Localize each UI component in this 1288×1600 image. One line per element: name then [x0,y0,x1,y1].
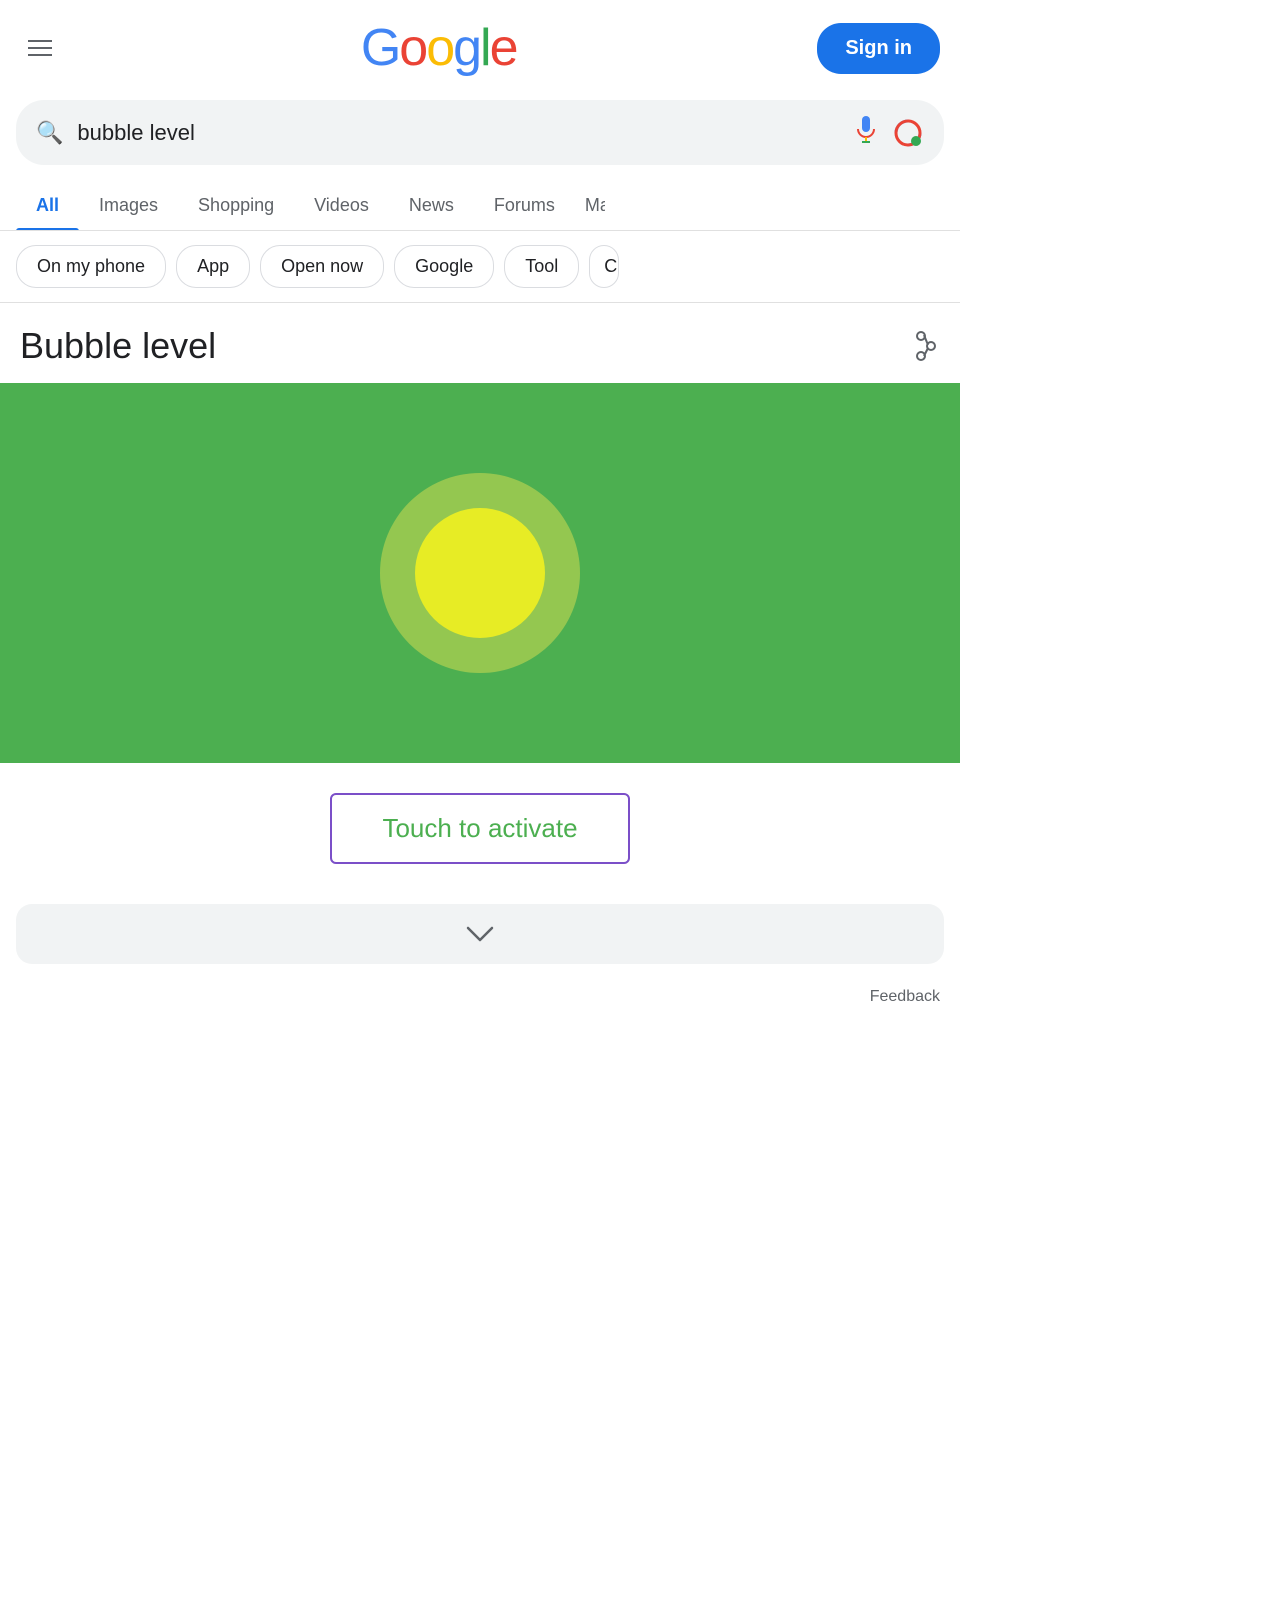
tab-news[interactable]: News [389,181,474,230]
chip-on-my-phone[interactable]: On my phone [16,245,166,288]
tab-more-partial: Ma [575,181,605,230]
bubble-level-widget[interactable] [0,383,960,763]
search-icon: 🔍 [36,120,63,146]
hamburger-menu[interactable] [20,32,60,64]
logo-o2: o [426,19,453,77]
logo-l: l [480,19,490,77]
logo-g2: g [453,19,480,77]
chip-google[interactable]: Google [394,245,494,288]
sign-in-button[interactable]: Sign in [817,23,940,74]
bubble-inner-dot [415,508,545,638]
expand-section[interactable] [16,904,944,964]
result-title: Bubble level [20,325,216,367]
tab-images[interactable]: Images [79,181,178,230]
share-icon[interactable] [902,327,940,365]
chip-partial: C [589,245,619,288]
microphone-icon[interactable] [854,114,878,151]
feedback-link[interactable]: Feedback [870,988,940,1006]
lens-icon[interactable] [892,117,924,149]
activate-button[interactable]: Touch to activate [330,793,629,864]
chip-tool[interactable]: Tool [504,245,579,288]
filter-chips: On my phone App Open now Google Tool C [0,231,960,303]
tab-all[interactable]: All [16,181,79,230]
logo-g: G [361,19,399,77]
search-bar[interactable]: 🔍 bubble level [16,100,944,165]
tab-shopping[interactable]: Shopping [178,181,294,230]
bubble-outer-ring [380,473,580,673]
logo-e: e [490,19,517,77]
header: Google Sign in [0,0,960,90]
activate-container: Touch to activate [0,763,960,894]
logo-o1: o [399,19,426,77]
search-tabs: All Images Shopping Videos News Forums M… [0,181,960,231]
result-header: Bubble level [0,303,960,383]
search-query[interactable]: bubble level [77,120,840,146]
chip-open-now[interactable]: Open now [260,245,384,288]
tab-forums[interactable]: Forums [474,181,575,230]
tab-videos[interactable]: Videos [294,181,389,230]
search-bar-container: 🔍 bubble level [0,90,960,181]
expand-chevron-icon [466,926,494,942]
chip-app[interactable]: App [176,245,250,288]
google-logo: Google [361,18,517,78]
feedback-row: Feedback [0,974,960,1020]
